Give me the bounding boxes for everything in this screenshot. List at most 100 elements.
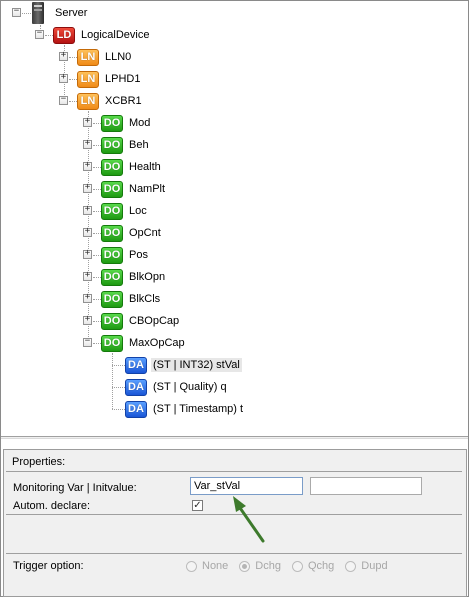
tree-node-label: XCBR1 [105,95,142,107]
expander-glyph: + [84,160,91,170]
tree-node-label: (ST | INT32) stVal [151,358,242,372]
trigger-option-none-radio[interactable]: None [186,560,228,572]
expand-lln0-button[interactable]: + [59,50,68,61]
tree-connector-line [93,277,101,278]
tree-connector-line [93,123,101,124]
tree-node-da-0[interactable]: DA (ST | INT32) stVal [125,355,242,375]
expand-health-button[interactable]: + [83,160,92,171]
tree-node-namplt[interactable]: DO NamPlt [101,179,167,199]
tree-node-label: Beh [129,139,149,151]
tree-connector-line [69,57,77,58]
trigger-option-qchg-radio[interactable]: Qchg [291,560,334,572]
expand-cbopcap-button[interactable]: + [83,315,92,325]
expand-xcbr1-button[interactable]: − [59,95,68,105]
do-badge-icon: DO [101,158,123,176]
tree-node-da-1[interactable]: DA (ST | Quality) q [125,377,229,397]
tree-connector-line [93,299,101,300]
do-badge-icon: DO [101,334,123,352]
tree-node-maxopcap[interactable]: DO MaxOpCap [101,333,187,353]
tree-node-label: LPHD1 [105,73,141,85]
arrow-shaft [236,503,265,543]
tree-node-mod[interactable]: DO Mod [101,113,152,133]
trigger-option-dupd-radio[interactable]: Dupd [345,560,388,572]
tree-node-health[interactable]: DO Health [101,157,163,177]
expander-glyph: + [60,50,67,60]
radio-button-icon [291,560,303,572]
tree-connector-line [93,255,101,256]
do-badge-icon: DO [101,312,123,330]
expander-glyph: − [36,28,43,38]
expand-mod-button[interactable]: + [83,116,92,127]
tree-node-label: CBOpCap [129,315,180,327]
do-badge-icon: DO [101,246,123,264]
tree-node-lphd1[interactable]: LN LPHD1 [77,69,142,89]
expander-glyph: + [84,204,91,214]
expander-glyph: − [84,336,91,346]
ld-badge-icon: LD [53,26,75,44]
expand-blkopn-button[interactable]: + [83,270,92,281]
trigger-option-group: None Dchg Qchg Dupd [186,560,399,572]
tree-node-label: MaxOpCap [129,337,185,349]
tree-node-label: Loc [129,205,147,217]
radio-button-icon [345,560,357,572]
expander-glyph: + [84,116,91,126]
tree-connector-line [45,35,53,36]
expand-beh-button[interactable]: + [83,139,92,149]
do-badge-icon: DO [101,136,123,154]
tree-connector-line [69,79,77,80]
expand-pos-button[interactable]: + [83,249,92,259]
tree-node-loc[interactable]: DO Loc [101,201,149,221]
expander-glyph: + [84,182,91,192]
do-badge-icon: DO [101,114,123,132]
trigger-option-dchg-radio[interactable]: Dchg [239,560,281,572]
expand-namplt-button[interactable]: + [83,182,92,193]
tree-node-label: LLN0 [105,51,132,63]
autom-declare-checkbox[interactable]: ✓ [192,500,203,511]
tree-node-label: OpCnt [129,227,161,239]
tree-view[interactable]: − Server − LD LogicalDevice + LN LLN0 + LN LPHD1− L… [1,1,468,433]
tree-connector-line [112,409,125,410]
collapse-server-button[interactable]: − [12,6,21,17]
tree-node-label: (ST | Timestamp) t [153,403,244,415]
tree-node-label: BlkCls [129,293,161,305]
tree-node-opcnt[interactable]: DO OpCnt [101,223,163,243]
tree-connector-line [112,387,125,388]
tree-node-cbopcap[interactable]: DO CBOpCap [101,311,181,331]
ln-badge-icon: LN [77,92,99,110]
tree-connector-line [112,365,125,366]
autom-declare-label: Autom. declare: [13,500,91,512]
do-badge-icon: DO [101,202,123,220]
tree-node-pos[interactable]: DO Pos [101,245,150,265]
init-value-input[interactable] [310,477,422,495]
expand-loc-button[interactable]: + [83,204,92,215]
expand-lphd1-button[interactable]: + [59,73,68,83]
tree-node-logical-device[interactable]: LD LogicalDevice [53,25,151,45]
tree-node-da-2[interactable]: DA (ST | Timestamp) t [125,399,245,419]
tree-node-beh[interactable]: DO Beh [101,135,151,155]
expander-glyph: − [13,6,20,16]
radio-button-icon [239,560,251,572]
expander-glyph: + [84,270,91,280]
properties-title: Properties: [12,456,66,468]
expand-opcnt-button[interactable]: + [83,227,92,237]
radio-label: None [202,560,229,572]
tree-node-xcbr1[interactable]: LN XCBR1 [77,91,144,111]
ln-badge-icon: LN [77,48,99,66]
tree-node-server[interactable]: Server [27,2,89,24]
tree-connector-line [93,233,101,234]
tree-node-lln0[interactable]: LN LLN0 [77,47,133,67]
expand-maxopcap-button[interactable]: − [83,336,92,347]
tree-connector-line [69,101,77,102]
tree-node-label: NamPlt [129,183,166,195]
tree-node-label: LogicalDevice [81,29,150,41]
da-badge-icon: DA [125,356,147,374]
expand-blkcls-button[interactable]: + [83,293,92,303]
splitter-shadow [1,438,468,439]
tree-connector-line [93,343,101,344]
do-badge-icon: DO [101,290,123,308]
tree-node-blkcls[interactable]: DO BlkCls [101,289,162,309]
tree-node-blkopn[interactable]: DO BlkOpn [101,267,167,287]
server-icon [32,2,44,24]
collapse-logical-device-button[interactable]: − [35,28,44,39]
tree-connector-line [112,353,113,409]
